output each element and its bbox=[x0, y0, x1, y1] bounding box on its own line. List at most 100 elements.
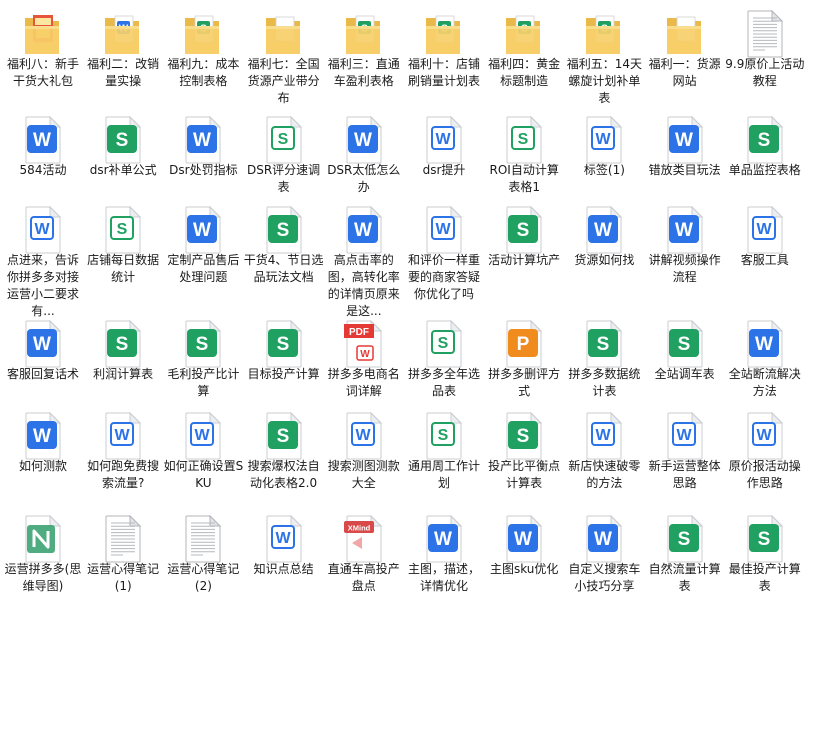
spreadsheet-icon: S bbox=[264, 320, 304, 368]
spreadsheet-icon: S bbox=[103, 320, 143, 368]
svg-text:S: S bbox=[597, 334, 610, 355]
word-doc-icon: W bbox=[344, 412, 384, 460]
spreadsheet-icon: S bbox=[183, 320, 223, 368]
svg-text:S: S bbox=[757, 529, 770, 550]
word-doc-icon: W bbox=[424, 206, 464, 254]
svg-text:W: W bbox=[676, 427, 692, 444]
file-label: 点进来，告诉你拼多多对接运营小二要求有... bbox=[6, 253, 79, 318]
svg-text:W: W bbox=[193, 130, 211, 151]
svg-text:W: W bbox=[596, 131, 612, 148]
spreadsheet-icon: S bbox=[424, 412, 464, 460]
svg-text:S: S bbox=[117, 221, 128, 238]
file-label: 福利四：黄金标题制造 bbox=[488, 57, 561, 88]
svg-text:W: W bbox=[514, 529, 532, 550]
svg-text:PDF: PDF bbox=[349, 327, 369, 338]
file-label: 利润计算表 bbox=[93, 367, 154, 381]
file-label: 拼多多全年选品表 bbox=[407, 367, 480, 398]
file-label: 自定义搜索车小技巧分享 bbox=[568, 562, 641, 593]
svg-text:W: W bbox=[756, 427, 772, 444]
svg-text:W: W bbox=[594, 220, 612, 241]
spreadsheet-icon: S bbox=[103, 206, 143, 254]
file-label: 新店快速破零的方法 bbox=[568, 459, 641, 490]
file-label: 错放类目玩法 bbox=[648, 163, 721, 177]
file-label: 客服工具 bbox=[740, 253, 789, 267]
svg-text:W: W bbox=[675, 220, 693, 241]
file-label: ROI自动计算表格1 bbox=[489, 163, 559, 194]
file-label: 目标投产计算 bbox=[247, 367, 320, 381]
svg-text:W: W bbox=[33, 130, 51, 151]
svg-text:S: S bbox=[276, 220, 289, 241]
svg-text:W: W bbox=[435, 221, 451, 238]
presentation-icon: P bbox=[504, 320, 544, 368]
word-doc-icon: W bbox=[584, 515, 624, 563]
file-label: 货源如何找 bbox=[574, 253, 635, 267]
folder-icon: S bbox=[344, 10, 384, 58]
svg-text:S: S bbox=[438, 427, 449, 444]
spreadsheet-icon: S bbox=[504, 412, 544, 460]
xmind-icon: XMind bbox=[343, 515, 384, 563]
folder-icon bbox=[23, 10, 63, 58]
file-label: 拼多多删评方式 bbox=[488, 367, 561, 398]
file-label: 如何正确设置SKU bbox=[163, 459, 244, 490]
file-label: 运营拼多多(思维导图) bbox=[4, 562, 82, 593]
svg-text:S: S bbox=[677, 529, 690, 550]
file-label: 运营心得笔记(1) bbox=[87, 562, 160, 593]
file-label: 干货4、节日选品玩法文档 bbox=[243, 253, 324, 284]
svg-text:S: S bbox=[757, 130, 770, 151]
file-label: 福利七：全国货源产业带分布 bbox=[247, 57, 320, 105]
word-doc-icon: W bbox=[103, 412, 143, 460]
file-label: 最佳投产计算表 bbox=[728, 562, 801, 593]
spreadsheet-icon: S bbox=[584, 320, 624, 368]
svg-text:S: S bbox=[677, 334, 690, 355]
file-label: 标签(1) bbox=[583, 163, 625, 177]
file-label: 毛利投产比计算 bbox=[167, 367, 240, 398]
spreadsheet-icon: S bbox=[745, 515, 785, 563]
svg-text:W: W bbox=[594, 529, 612, 550]
spreadsheet-icon: S bbox=[665, 515, 705, 563]
svg-text:W: W bbox=[435, 131, 451, 148]
file-label: 584活动 bbox=[19, 163, 67, 177]
file-label: 通用周工作计划 bbox=[407, 459, 480, 490]
pdf-icon: PDF W bbox=[343, 320, 384, 368]
spreadsheet-icon: S bbox=[665, 320, 705, 368]
file-label: 搜索爆权法自动化表格2.0 bbox=[247, 459, 320, 490]
word-doc-icon: W bbox=[264, 515, 304, 563]
svg-text:W: W bbox=[355, 427, 371, 444]
svg-text:S: S bbox=[116, 334, 129, 355]
file-label: 福利九：成本控制表格 bbox=[167, 57, 240, 88]
word-doc-icon: W bbox=[584, 116, 624, 164]
word-doc-icon: W bbox=[745, 206, 785, 254]
file-label: 如何跑免费搜索流量? bbox=[87, 459, 160, 490]
spreadsheet-icon: S bbox=[264, 206, 304, 254]
file-label: 如何测款 bbox=[18, 459, 67, 473]
folder-icon bbox=[264, 10, 304, 58]
word-doc-icon: W bbox=[183, 116, 223, 164]
file-label: 原价报活动操作思路 bbox=[728, 459, 801, 490]
file-label: dsr补单公式 bbox=[89, 163, 157, 177]
file-label: 定制产品售后处理问题 bbox=[167, 253, 240, 284]
file-label: 活动计算坑产 bbox=[488, 253, 561, 267]
word-doc-icon: W bbox=[23, 116, 63, 164]
svg-text:W: W bbox=[34, 221, 50, 238]
svg-text:XMind: XMind bbox=[348, 524, 371, 533]
folder-icon: S bbox=[584, 10, 624, 58]
spreadsheet-icon: S bbox=[745, 116, 785, 164]
svg-text:S: S bbox=[517, 426, 530, 447]
svg-text:S: S bbox=[276, 334, 289, 355]
word-doc-icon: W bbox=[344, 116, 384, 164]
file-label: 主图，描述，详情优化 bbox=[407, 562, 480, 593]
text-file-icon bbox=[103, 515, 143, 563]
file-label: Dsr处罚指标 bbox=[169, 163, 238, 177]
word-doc-icon: W bbox=[665, 116, 705, 164]
word-doc-icon: W bbox=[344, 206, 384, 254]
word-doc-icon: W bbox=[23, 412, 63, 460]
spreadsheet-icon: S bbox=[504, 116, 544, 164]
folder-icon: S bbox=[424, 10, 464, 58]
file-label: 投产比平衡点计算表 bbox=[488, 459, 561, 490]
svg-text:S: S bbox=[196, 334, 209, 355]
svg-text:W: W bbox=[360, 349, 370, 360]
file-label: 福利一：货源网站 bbox=[648, 57, 721, 88]
file-label: DSR太低怎么办 bbox=[327, 163, 401, 194]
file-label: 9.9原价上活动教程 bbox=[725, 57, 805, 88]
file-label: 直通车高投产盘点 bbox=[327, 562, 400, 593]
